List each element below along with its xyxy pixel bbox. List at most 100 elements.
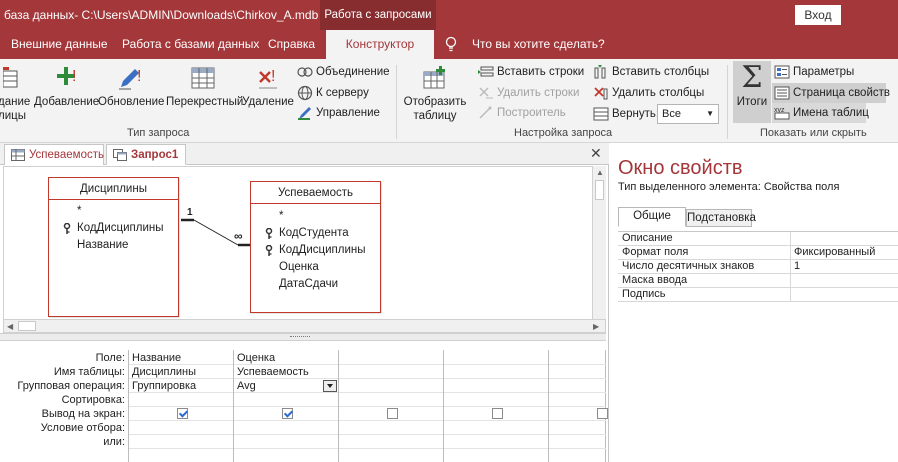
append-query-button[interactable]: ! Добавление <box>34 61 99 109</box>
grid-cell-sort[interactable] <box>549 393 606 407</box>
grid-cell-or[interactable] <box>444 435 548 449</box>
grid-column-4[interactable] <box>443 350 548 462</box>
show-checkbox[interactable] <box>387 408 398 419</box>
grid-cell-table[interactable] <box>339 365 443 379</box>
grid-cell-total-active[interactable]: Avg <box>234 379 338 393</box>
data-definition-button[interactable]: Управление <box>297 103 380 123</box>
show-checkbox[interactable] <box>177 408 188 419</box>
horizontal-scrollbar[interactable]: ◀ ▶ <box>3 319 606 333</box>
doc-tab-zapros1[interactable]: Запрос1 <box>106 144 186 165</box>
grid-cell-sort[interactable] <box>129 393 233 407</box>
close-icon[interactable]: ✕ <box>590 145 602 162</box>
grid-cell-table[interactable]: Успеваемость <box>234 365 338 379</box>
tab-designer[interactable]: Конструктор <box>326 30 434 59</box>
field-row[interactable]: * <box>251 208 380 225</box>
grid-cell-or[interactable] <box>129 435 233 449</box>
table-box-title[interactable]: Дисциплины <box>49 178 178 200</box>
grid-cell-sort[interactable] <box>234 393 338 407</box>
make-table-button[interactable]: дание лицы <box>0 61 30 123</box>
grid-cell-total[interactable] <box>549 379 606 393</box>
insert-rows-button[interactable]: Вставить строки <box>478 62 584 82</box>
table-names-button-content[interactable]: xyz Имена таблиц <box>774 103 869 123</box>
grid-cell-criteria[interactable] <box>444 421 548 435</box>
insert-columns-button[interactable]: Вставить столбцы <box>593 62 709 82</box>
grid-cell-criteria[interactable] <box>339 421 443 435</box>
table-diagram-pane[interactable]: 1 ∞ Дисциплины * КодДисциплины Название … <box>3 166 606 331</box>
totals-button-content[interactable]: Σ Итоги <box>733 61 771 109</box>
grid-cell-criteria[interactable] <box>549 421 606 435</box>
delete-rows-button[interactable]: Удалить строки <box>478 83 579 103</box>
parameters-button[interactable]: Параметры <box>774 62 854 82</box>
grid-cell-total[interactable]: Группировка <box>129 379 233 393</box>
grid-cell-criteria[interactable] <box>234 421 338 435</box>
grid-cell-field[interactable] <box>549 351 606 365</box>
grid-cell-total[interactable] <box>444 379 548 393</box>
show-checkbox[interactable] <box>597 408 608 419</box>
update-query-button[interactable]: ! Обновление <box>98 61 164 109</box>
property-sheet-button-content[interactable]: Страница свойств <box>774 83 890 103</box>
grid-column-1[interactable]: Название Дисциплины Группировка <box>128 350 233 462</box>
table-box-title[interactable]: Успеваемость <box>251 182 380 204</box>
grid-column-5[interactable] <box>548 350 608 462</box>
grid-cell-sort[interactable] <box>444 393 548 407</box>
delete-columns-button[interactable]: Удалить столбцы <box>593 83 704 103</box>
grid-column-2[interactable]: Оценка Успеваемость Avg <box>233 350 338 462</box>
crosstab-query-button[interactable]: Перекрестный <box>166 61 243 109</box>
grid-cell-or[interactable] <box>339 435 443 449</box>
property-row[interactable]: Число десятичных знаков 1 <box>618 260 898 274</box>
field-row[interactable]: Оценка <box>251 259 380 276</box>
show-checkbox[interactable] <box>492 408 503 419</box>
scroll-up-icon[interactable]: ▲ <box>596 168 604 177</box>
grid-cell-table[interactable]: Дисциплины <box>129 365 233 379</box>
grid-cell-or[interactable] <box>234 435 338 449</box>
grid-cell-total[interactable] <box>339 379 443 393</box>
grid-column-3[interactable] <box>338 350 443 462</box>
property-row[interactable]: Маска ввода <box>618 274 898 288</box>
property-row[interactable]: Подпись <box>618 288 898 302</box>
show-checkbox[interactable] <box>282 408 293 419</box>
grid-cell-field[interactable]: Оценка <box>234 351 338 365</box>
property-row[interactable]: Формат поля Фиксированный <box>618 246 898 260</box>
delete-query-button[interactable]: ! Удаление <box>242 61 294 109</box>
grid-cell-table[interactable] <box>549 365 606 379</box>
table-box-grades[interactable]: Успеваемость * КодСтудента КодДисциплины… <box>250 181 381 313</box>
dropdown-arrow-icon[interactable] <box>323 380 337 392</box>
show-table-button[interactable]: Отобразить таблицу <box>402 61 468 123</box>
builder-button[interactable]: Построитель <box>478 103 566 123</box>
return-top-values-select[interactable]: Все ▼ <box>657 104 719 124</box>
tab-lookup[interactable]: Подстановка <box>686 209 756 227</box>
field-row[interactable]: Название <box>49 237 178 254</box>
grid-cell-field[interactable]: Название <box>129 351 233 365</box>
scroll-right-icon[interactable]: ▶ <box>593 322 599 331</box>
tab-database-tools[interactable]: Работа с базами данных <box>122 30 259 59</box>
scroll-left-icon[interactable]: ◀ <box>7 322 13 331</box>
tab-help[interactable]: Справка <box>268 30 315 59</box>
grid-cell-field[interactable] <box>444 351 548 365</box>
vertical-scrollbar[interactable]: ▲ <box>592 166 606 319</box>
property-row[interactable]: Описание <box>618 232 898 246</box>
scroll-thumb[interactable] <box>18 321 36 331</box>
grid-cell-criteria[interactable] <box>129 421 233 435</box>
grid-cell-sort[interactable] <box>339 393 443 407</box>
grid-cell-field[interactable] <box>339 351 443 365</box>
sign-in-button[interactable]: Вход <box>795 5 841 25</box>
field-row[interactable]: КодДисциплины <box>251 242 380 259</box>
splitter-grip[interactable] <box>290 336 310 338</box>
grid-cell-table[interactable] <box>444 365 548 379</box>
grid-cell-or[interactable] <box>549 435 606 449</box>
pass-through-button[interactable]: К серверу <box>297 83 369 103</box>
doc-tab-uspevaemost[interactable]: Успеваемость <box>4 144 104 165</box>
field-row[interactable]: ДатаСдачи <box>251 276 380 293</box>
field-row[interactable]: * <box>49 203 178 220</box>
union-query-button[interactable]: Объединение <box>297 62 390 82</box>
field-row[interactable]: КодДисциплины <box>49 220 178 237</box>
tab-external-data[interactable]: Внешние данные <box>11 30 108 59</box>
tell-me-search[interactable]: Что вы хотите сделать? <box>472 30 605 59</box>
property-value[interactable]: Фиксированный <box>794 246 875 259</box>
table-box-disciplines[interactable]: Дисциплины * КодДисциплины Название <box>48 177 179 317</box>
property-value[interactable]: 1 <box>794 260 800 273</box>
pane-splitter[interactable] <box>0 333 606 341</box>
scroll-thumb[interactable] <box>595 180 604 200</box>
field-row[interactable]: КодСтудента <box>251 225 380 242</box>
tab-general[interactable]: Общие <box>618 207 686 227</box>
